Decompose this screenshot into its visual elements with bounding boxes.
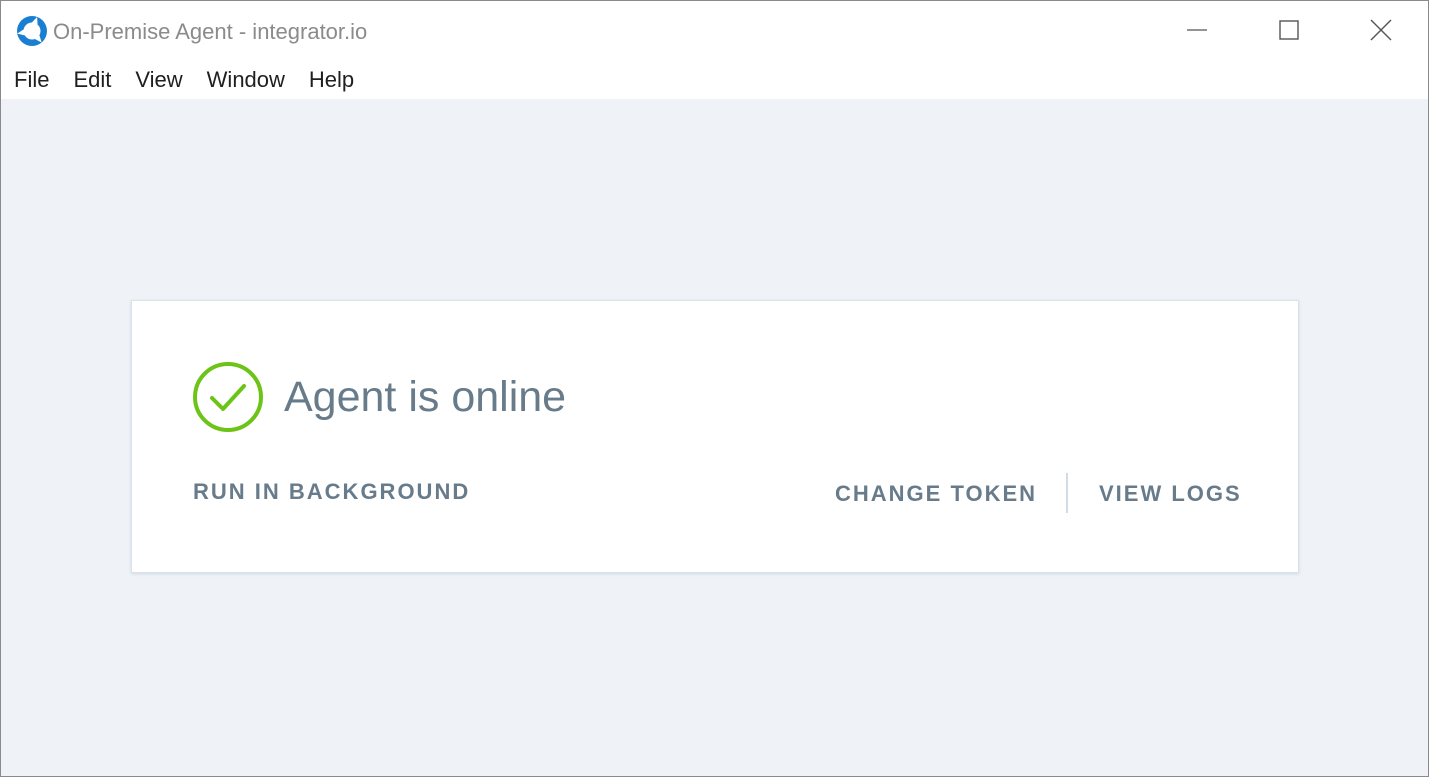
maximize-button[interactable] — [1243, 1, 1335, 59]
menu-bar: File Edit View Window Help — [1, 61, 1428, 99]
app-logo-icon — [17, 16, 47, 46]
main-content: Agent is online RUN IN BACKGROUND CHANGE… — [1, 99, 1428, 776]
close-button[interactable] — [1335, 1, 1427, 59]
maximize-icon — [1279, 20, 1299, 40]
menu-view[interactable]: View — [123, 63, 194, 97]
change-token-button[interactable]: CHANGE TOKEN — [835, 480, 1037, 508]
minimize-button[interactable] — [1151, 1, 1243, 59]
actions-divider — [1066, 473, 1068, 513]
agent-status-card: Agent is online RUN IN BACKGROUND CHANGE… — [131, 300, 1299, 573]
agent-status-text: Agent is online — [284, 373, 567, 421]
menu-file[interactable]: File — [1, 63, 61, 97]
check-circle-icon — [192, 361, 264, 433]
window-title: On-Premise Agent - integrator.io — [53, 19, 368, 44]
close-icon — [1370, 19, 1392, 41]
run-in-background-button[interactable]: RUN IN BACKGROUND — [193, 478, 470, 506]
title-bar[interactable]: On-Premise Agent - integrator.io — [1, 1, 1428, 61]
minimize-icon — [1187, 20, 1207, 40]
menu-window[interactable]: Window — [195, 63, 297, 97]
app-window: On-Premise Agent - integrator.io File Ed… — [0, 0, 1429, 777]
menu-edit[interactable]: Edit — [61, 63, 123, 97]
view-logs-button[interactable]: VIEW LOGS — [1099, 480, 1242, 508]
menu-help[interactable]: Help — [297, 63, 366, 97]
